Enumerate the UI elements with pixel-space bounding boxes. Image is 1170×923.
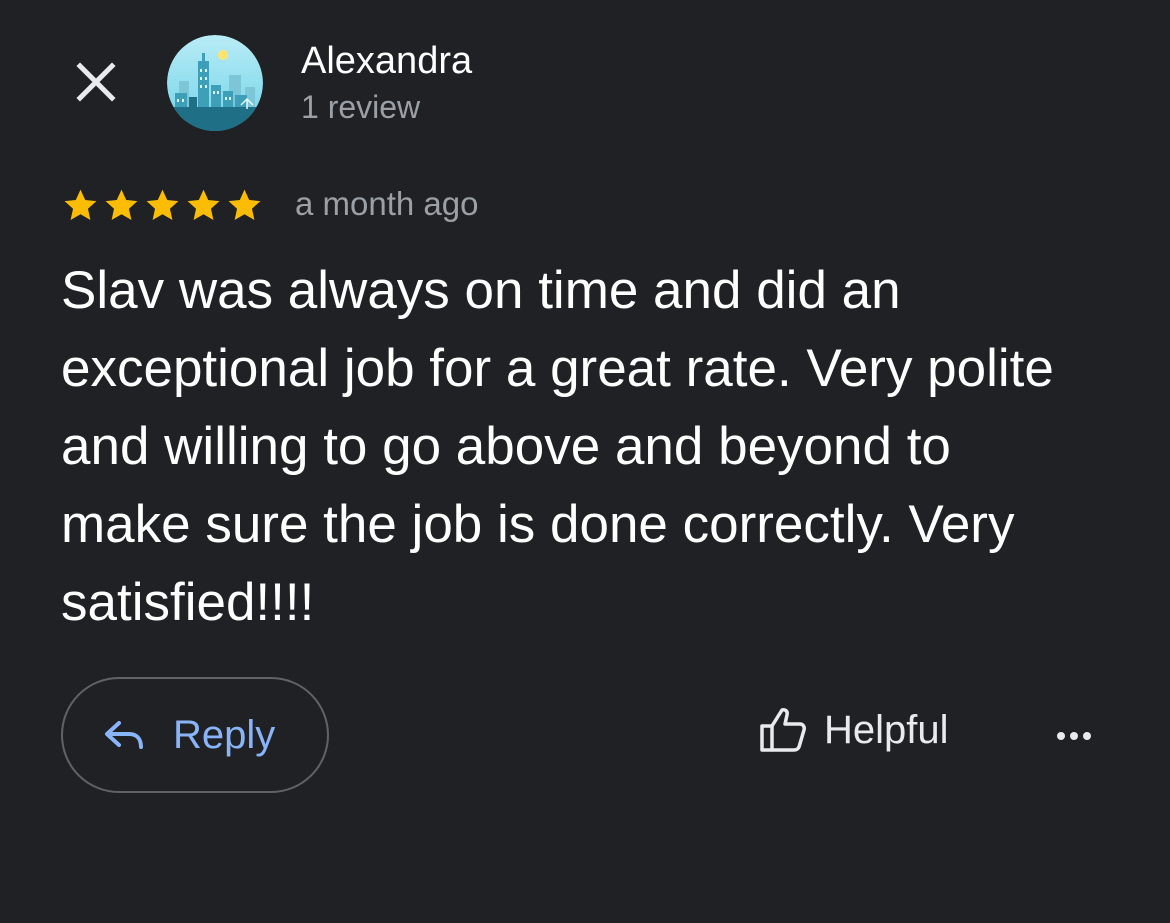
reply-label: Reply [173,713,276,757]
author-review-count: 1 review [301,89,421,125]
close-icon [76,62,116,102]
avatar[interactable] [167,35,263,131]
reply-button[interactable]: Reply [61,677,329,793]
more-horizontal-icon [1070,732,1078,740]
city-skyline-avatar [167,35,263,131]
star-icon [187,189,220,220]
review-date: a month ago [295,185,479,222]
star-icon [228,189,261,220]
helpful-button[interactable]: Helpful [758,706,949,754]
review-text: Slav was always on time and did an excep… [61,261,1054,632]
star-icon [146,189,179,220]
helpful-label: Helpful [824,708,949,752]
close-button[interactable] [66,52,126,112]
star-icon [105,189,138,220]
star-icon [64,189,97,220]
more-horizontal-icon [1057,732,1065,740]
more-horizontal-icon [1083,732,1091,740]
more-options-button[interactable] [1046,716,1102,756]
reply-arrow-icon [105,721,143,749]
thumbs-up-icon [760,708,806,752]
author-name[interactable]: Alexandra [301,38,472,84]
star-rating [61,186,264,225]
